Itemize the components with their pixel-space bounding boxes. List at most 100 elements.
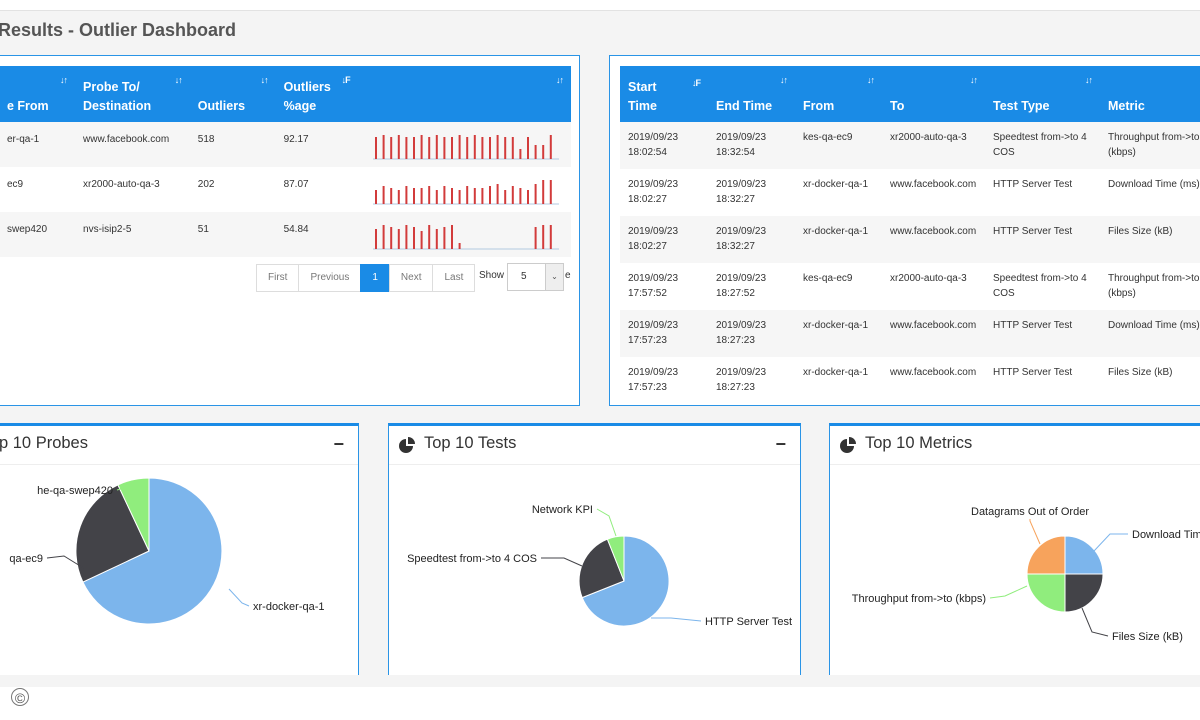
sparkline-bar — [534, 184, 537, 204]
cell-text: xr2000-auto-qa-3 — [83, 179, 160, 190]
col-trend[interactable]: ↓↑ — [365, 66, 571, 122]
cell-text: kes-qa-ec9 — [803, 132, 853, 143]
sparkline-bar — [549, 135, 552, 159]
cell-text: swep420 — [7, 224, 48, 235]
cell-text: nvs-isip2-5 — [83, 224, 132, 235]
col-end-time[interactable]: End Time ↓↑ — [708, 66, 795, 122]
col-from[interactable]: From ↓↑ — [795, 66, 882, 122]
col-metric[interactable]: Metric — [1100, 66, 1200, 122]
pie-slice[interactable] — [1026, 573, 1066, 613]
cell-text: 2019/09/23 18:32:27 — [716, 226, 767, 252]
cell-text: xr2000-auto-qa-3 — [890, 132, 967, 143]
sparkline-bar — [458, 190, 461, 204]
cell-text: Speedtest from->to 4 COS — [993, 132, 1087, 158]
page-1-button[interactable]: 1 — [360, 264, 390, 292]
cell-text: www.facebook.com — [890, 179, 977, 190]
sparkline-bar — [420, 188, 423, 204]
from-cell: xr-docker-qa-1 — [795, 357, 882, 404]
sparkline-cell — [365, 212, 571, 257]
page-size-select[interactable]: 5 ⌄ — [507, 263, 564, 291]
pie-slice[interactable] — [1064, 535, 1104, 575]
table-row[interactable]: 2019/09/23 18:02:27 2019/09/23 18:32:27 xr… — [620, 216, 1200, 263]
cell-text: 2019/09/23 18:32:54 — [716, 132, 767, 158]
col-test-type[interactable]: Test Type ↓↑ — [985, 66, 1100, 122]
sparkline-bar — [428, 186, 431, 204]
cell-text: 54.84 — [283, 224, 309, 235]
pie-slice[interactable] — [1064, 573, 1104, 613]
end-time-cell: 2019/09/23 18:32:27 — [708, 169, 795, 216]
sparkline-bar — [527, 190, 529, 204]
col-outliers-pct[interactable]: Outliers %age ↓F — [275, 66, 365, 122]
cell-text: HTTP Server Test — [993, 320, 1073, 331]
col-outliers[interactable]: Outliers ↓↑ — [189, 66, 276, 122]
collapse-button[interactable]: − — [333, 434, 344, 455]
sort-icon: ↓↑ — [867, 75, 875, 85]
col-probe-from[interactable]: e From ↓↑ — [0, 66, 76, 122]
col-start-time[interactable]: Start Time ↓F — [620, 66, 708, 122]
last-page-button[interactable]: Last — [432, 264, 476, 292]
sparkline-bar — [382, 225, 385, 249]
end-time-cell: 2019/09/23 18:27:23 — [708, 310, 795, 357]
header-label: e From — [7, 99, 49, 113]
sparkline-bar — [435, 190, 438, 204]
start-time-cell: 2019/09/23 18:02:27 — [620, 216, 708, 263]
first-page-button[interactable]: First — [256, 264, 300, 292]
cell-text: 2019/09/23 17:57:23 — [628, 367, 679, 393]
cell-text: xr-docker-qa-1 — [803, 367, 869, 378]
table-row[interactable]: ec9 xr2000-auto-qa-3 202 87.07 — [0, 167, 571, 212]
probe-from-cell: swep420 — [0, 212, 76, 257]
sparkline-bar — [481, 188, 484, 204]
header-label: Outliers — [197, 99, 246, 113]
table-row[interactable]: 2019/09/23 17:57:52 2019/09/23 18:27:52 ke… — [620, 263, 1200, 310]
sparkline-bar — [542, 145, 545, 159]
top-10-tests-panel: Top 10 Tests − HTTP Server Test Speedtest… — [388, 423, 801, 675]
sparkline-bar — [375, 190, 377, 204]
sparkline-bar — [451, 137, 453, 159]
table-row[interactable]: 2019/09/23 17:57:23 2019/09/23 18:27:23 xr… — [620, 310, 1200, 357]
collapse-button[interactable]: − — [775, 434, 786, 455]
sparkline-bar — [397, 135, 400, 159]
metric-cell: Download Time (ms) — [1100, 310, 1200, 357]
outlier-details-table: Start Time ↓F End Time ↓↑ From ↓↑ To ↓↑ Test… — [620, 66, 1200, 404]
sparkline-bar — [511, 186, 514, 204]
table-row[interactable]: 2019/09/23 18:02:27 2019/09/23 18:32:27 xr… — [620, 169, 1200, 216]
pie-slice[interactable] — [1026, 535, 1066, 575]
outliers-pct-cell: 54.84 — [275, 212, 365, 257]
panel-divider — [830, 464, 1200, 465]
metric-cell: Files Size (kB) — [1100, 357, 1200, 404]
start-time-cell: 2019/09/23 17:57:52 — [620, 263, 708, 310]
sparkline-bar — [489, 137, 491, 159]
panel-title: Top 10 Metrics — [865, 434, 973, 452]
to-cell: www.facebook.com — [882, 310, 985, 357]
cell-text: ec9 — [7, 179, 24, 190]
sparkline-bar — [466, 137, 469, 159]
cell-text: 2019/09/23 18:02:27 — [628, 179, 679, 205]
header-label: Metric — [1108, 99, 1145, 113]
pie-slice-label: Speedtest from->to 4 COS — [407, 553, 537, 565]
sparkline-bar — [390, 188, 393, 204]
pie-slice-label: xr-docker-qa-1 — [253, 601, 325, 613]
test-type-cell: HTTP Server Test — [985, 310, 1100, 357]
cell-text: 518 — [197, 134, 215, 145]
metric-cell: Download Time (ms) — [1100, 169, 1200, 216]
from-cell: kes-qa-ec9 — [795, 122, 882, 169]
sparkline-bar — [549, 180, 552, 204]
table-row[interactable]: 2019/09/23 18:02:54 2019/09/23 18:32:54 ke… — [620, 122, 1200, 169]
pie-label-connector — [1081, 607, 1109, 637]
table-row[interactable]: er-qa-1 www.facebook.com 518 92.17 — [0, 122, 571, 167]
table-row[interactable]: 2019/09/23 17:57:23 2019/09/23 18:27:23 xr… — [620, 357, 1200, 404]
sparkline-bar — [534, 227, 537, 249]
sparkline-bar — [413, 188, 415, 204]
sparkline-cell — [365, 122, 571, 167]
table-row[interactable]: swep420 nvs-isip2-5 51 54.84 — [0, 212, 571, 257]
col-probe-to[interactable]: Probe To/ Destination ↓↑ — [75, 66, 190, 122]
sparkline-bar — [390, 137, 393, 159]
pie-chart-icon — [399, 437, 415, 458]
pie-label-connector — [596, 508, 617, 537]
next-page-button[interactable]: Next — [388, 264, 434, 292]
col-to[interactable]: To ↓↑ — [882, 66, 985, 122]
end-time-cell: 2019/09/23 18:32:54 — [708, 122, 795, 169]
cell-text: xr2000-auto-qa-3 — [890, 273, 967, 284]
sparkline-bar — [473, 188, 476, 204]
previous-page-button[interactable]: Previous — [298, 264, 362, 292]
